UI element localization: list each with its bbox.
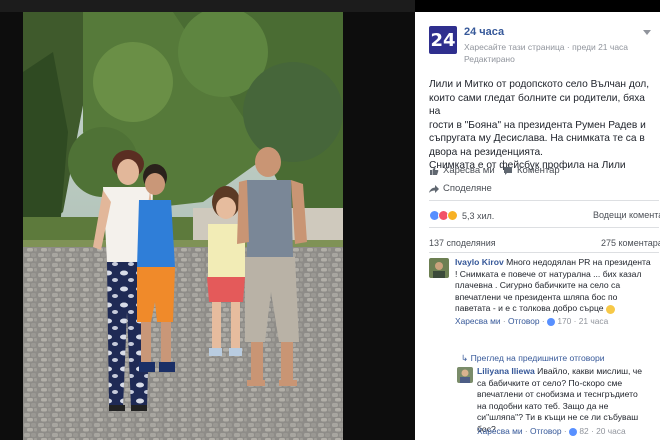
comment-reactions-icon [547, 317, 555, 326]
comment-meta: Харесва ми · Отговор · 82 · 20 часа [477, 426, 626, 436]
post-text-line: двора на резиденцията. [429, 146, 543, 158]
like-icon [430, 166, 439, 175]
comment-time[interactable]: 21 часа [579, 316, 609, 326]
like-label: Харесва ми [443, 165, 495, 176]
avatar[interactable] [429, 258, 449, 278]
comment-line: плачевна . Сигурно бабичките на село са [455, 280, 621, 291]
top-bar [0, 0, 415, 12]
post-text-line: съпругата му Десислава. На снимката те с… [429, 133, 645, 144]
divider [429, 227, 659, 228]
comment-text: паветата - и е с толкова добро сърце [455, 303, 606, 314]
comment-line: на подобни като теб. Защо да не [477, 400, 609, 411]
comment-line: впечатлени че президента шляпа бос по [455, 291, 618, 302]
comment-line: впечатлени от снобизма и теснгръдието [477, 389, 638, 400]
share-icon [429, 184, 439, 193]
haha-reaction-icon [447, 210, 458, 221]
comment-line: Liliyana Iliewa Ивайло, какви мислиш, че [477, 366, 657, 378]
comment-icon [504, 166, 512, 175]
post-meta: Харесайте тази страница · преди 21 часа [464, 42, 628, 53]
divider [429, 200, 659, 201]
comment-text: Много недодялан PR на президента [503, 257, 651, 267]
comments-count[interactable]: 275 коментара [601, 238, 660, 248]
comment-label: Коментар [517, 165, 560, 176]
comment-button[interactable]: Коментар [503, 165, 560, 176]
comment-text: Ивайло, какви мислиш, че [534, 366, 643, 376]
post-side-panel: 24 24 часа Харесайте тази страница · пре… [415, 12, 660, 440]
comment-reactions-icon [569, 427, 577, 436]
page-logo[interactable]: 24 [429, 26, 457, 54]
comment-like-button[interactable]: Харесва ми [477, 426, 523, 436]
smile-emoji-icon [605, 304, 615, 314]
comment-reply-button[interactable]: Отговор [508, 316, 540, 326]
like-button[interactable]: Харесва ми [429, 165, 495, 176]
reply-arrow-icon: ↳ [461, 353, 469, 363]
comment: Ivaylo Kirov Много недодялан PR на прези… [455, 257, 655, 328]
like-page-link[interactable]: Харесайте тази страница [464, 42, 565, 52]
comment-time[interactable]: 20 часа [596, 426, 626, 436]
post-text-line: Лили и Митко от родопското село Вълчан д… [429, 79, 650, 90]
comment-meta: Харесва ми · Отговор · 170 · 21 часа [455, 315, 609, 326]
post-time[interactable]: преди 21 часа [572, 42, 628, 52]
comment-reaction-count: 82 [579, 426, 589, 436]
comment-line: паветата - и е с толкова добро сърце [455, 303, 655, 315]
post-text-line: гости в "Бояна" на президента Румен Раде… [429, 119, 646, 131]
comment-reaction-count: 170 [557, 315, 572, 326]
previous-replies-label: Преглед на предишните отговори [470, 353, 605, 363]
page-name-link[interactable]: 24 часа [464, 26, 504, 38]
shares-count[interactable]: 137 споделяния [429, 238, 496, 248]
comment-author[interactable]: Ivaylo Kirov [455, 257, 504, 267]
post-photo[interactable] [23, 12, 343, 440]
post-text-line: които сами гледат болните си родители, б… [429, 92, 645, 118]
reactions-count: 5,3 хил. [462, 210, 495, 221]
meta-separator: · [566, 42, 570, 52]
reactions-summary[interactable]: 5,3 хил. [429, 210, 494, 221]
previous-replies-link[interactable]: ↳ Преглед на предишните отговори [461, 353, 605, 364]
photo-viewer-stage [0, 0, 415, 440]
comment-line: Ivaylo Kirov Много недодялан PR на прези… [455, 257, 655, 269]
post-text: Лили и Митко от родопското село Вълчан д… [429, 78, 655, 173]
share-label: Споделяне [443, 183, 492, 194]
edited-label[interactable]: Редактирано [464, 54, 515, 64]
share-button[interactable]: Споделяне [429, 183, 492, 194]
avatar[interactable] [457, 367, 473, 383]
top-comments-label: Водещи коментари [593, 210, 660, 220]
divider [429, 252, 659, 253]
comment-like-button[interactable]: Харесва ми [455, 316, 501, 326]
comment-line: ! Снимката е повече от натурална ... бих… [455, 268, 642, 279]
chevron-down-icon[interactable] [643, 30, 651, 36]
comment-reply-button[interactable]: Отговор [530, 426, 562, 436]
comment-line: са бабичките от село? По-скоро сме [477, 377, 623, 388]
comment-line: си"шляпа"? Ти в къщи не се ли събуваш [477, 412, 639, 423]
top-comments-dropdown[interactable]: Водещи коментари ▾ [593, 210, 660, 221]
comment-author[interactable]: Liliyana Iliewa [477, 366, 535, 376]
